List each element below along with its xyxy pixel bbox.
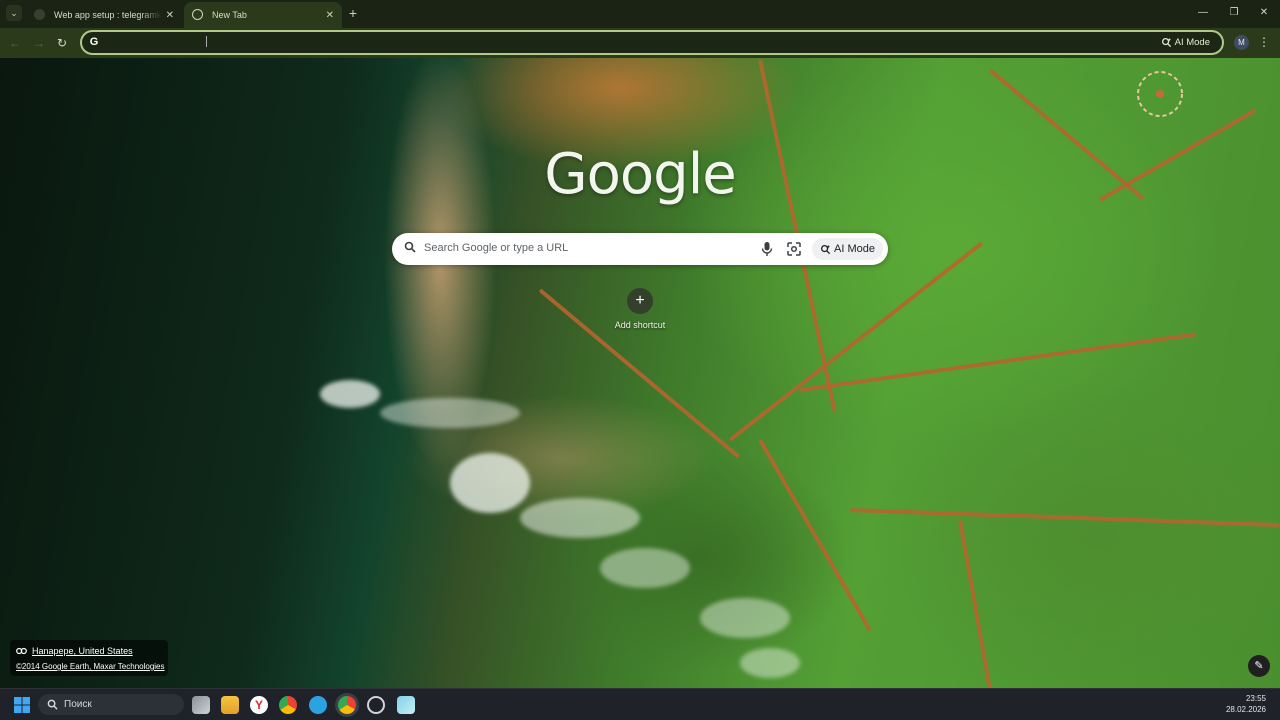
ai-mode-label: AI Mode bbox=[1174, 37, 1210, 48]
address-bar[interactable]: G AI Mode bbox=[80, 30, 1224, 55]
forward-arrow-icon[interactable]: → bbox=[31, 35, 47, 51]
clock-time: 23:55 bbox=[1245, 694, 1266, 703]
tab-close-icon[interactable]: ✕ bbox=[326, 10, 334, 21]
tab-favicon-icon bbox=[34, 9, 45, 20]
microphone-icon[interactable] bbox=[760, 241, 774, 257]
background-attribution[interactable]: Hanapepe, United States ©2014 Google Ear… bbox=[10, 640, 168, 676]
taskbar: Поиск Y 23:55 28.02.2026 bbox=[0, 688, 1280, 720]
reload-icon[interactable]: ↻ bbox=[54, 35, 70, 51]
task-view-icon[interactable] bbox=[192, 696, 210, 714]
chrome-favicon-icon bbox=[192, 9, 203, 20]
clock-date: 28.02.2026 bbox=[1225, 705, 1266, 714]
attribution-location[interactable]: Hanapepe, United States bbox=[16, 646, 133, 656]
plus-icon: + bbox=[627, 288, 653, 314]
taskbar-search-label: Поиск bbox=[64, 699, 92, 710]
tab-title: Web app setup : telegramkanal! bbox=[54, 10, 162, 20]
google-lens-icon[interactable] bbox=[786, 241, 802, 257]
location-text: Hanapepe, United States bbox=[32, 646, 133, 656]
tab-close-icon[interactable]: ✕ bbox=[166, 10, 174, 21]
helipad-marking bbox=[1137, 71, 1183, 117]
attribution-credit[interactable]: ©2014 Google Earth, Maxar Technologies bbox=[16, 662, 165, 671]
tab-web-app-setup[interactable]: Web app setup : telegramkanal! ✕ bbox=[26, 2, 182, 28]
minimize-icon[interactable]: — bbox=[1196, 6, 1210, 20]
google-g-icon: G bbox=[89, 36, 99, 48]
notepad-icon[interactable] bbox=[397, 696, 415, 714]
new-tab-page: Google Search Google or type a URL AI Mo… bbox=[0, 58, 1280, 688]
yandex-browser-icon[interactable]: Y bbox=[250, 696, 268, 714]
customize-pencil-icon[interactable]: ✎ bbox=[1248, 655, 1270, 677]
tab-title: New Tab bbox=[212, 10, 247, 20]
add-shortcut-label: Add shortcut bbox=[614, 320, 666, 330]
taskbar-search[interactable]: Поиск bbox=[38, 694, 184, 715]
ai-mode-chip[interactable]: AI Mode bbox=[1155, 34, 1216, 51]
google-logo: Google bbox=[544, 142, 736, 207]
add-shortcut-tile[interactable]: + Add shortcut bbox=[610, 288, 670, 330]
system-clock[interactable]: 23:55 28.02.2026 bbox=[1226, 693, 1266, 715]
back-arrow-icon[interactable]: ← bbox=[7, 35, 23, 51]
chrome-icon[interactable] bbox=[279, 696, 297, 714]
search-icon bbox=[404, 241, 416, 253]
chatgpt-icon[interactable] bbox=[367, 696, 385, 714]
ai-search-sparkle-icon bbox=[821, 244, 831, 254]
ai-mode-label: AI Mode bbox=[834, 243, 875, 255]
file-explorer-icon[interactable] bbox=[221, 696, 239, 714]
new-tab-plus-icon[interactable]: + bbox=[346, 6, 360, 20]
search-placeholder: Search Google or type a URL bbox=[424, 242, 569, 254]
link-icon bbox=[16, 647, 27, 655]
tab-search-chevron-icon[interactable]: ⌄ bbox=[6, 5, 22, 21]
restore-icon[interactable]: ❐ bbox=[1227, 6, 1241, 20]
profile-avatar[interactable]: M bbox=[1234, 35, 1249, 50]
title-bar: ⌄ Web app setup : telegramkanal! ✕ New T… bbox=[0, 0, 1280, 28]
text-cursor bbox=[206, 36, 207, 47]
search-icon bbox=[47, 699, 58, 710]
more-menu-icon[interactable]: ⋮ bbox=[1258, 34, 1270, 51]
chrome-profile-icon[interactable] bbox=[338, 696, 356, 714]
tab-new-tab[interactable]: New Tab ✕ bbox=[184, 2, 342, 28]
ai-search-sparkle-icon bbox=[1161, 37, 1171, 48]
browser-toolbar: ← → ↻ G AI Mode M ⋮ bbox=[0, 28, 1280, 58]
search-box[interactable]: Search Google or type a URL AI Mode bbox=[392, 233, 888, 265]
windows-start-icon[interactable] bbox=[14, 697, 30, 713]
close-window-icon[interactable]: ✕ bbox=[1257, 6, 1271, 20]
ai-mode-button[interactable]: AI Mode bbox=[812, 238, 883, 260]
telegram-icon[interactable] bbox=[309, 696, 327, 714]
